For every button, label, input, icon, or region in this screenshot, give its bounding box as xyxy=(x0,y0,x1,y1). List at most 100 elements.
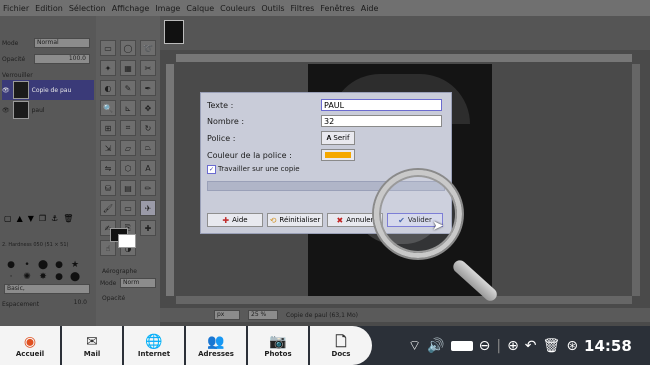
move-tool-icon[interactable]: ✥ xyxy=(140,100,156,116)
dock-photos[interactable]: 📷 Photos xyxy=(248,326,310,365)
volume-icon[interactable]: 🔊 xyxy=(427,338,444,354)
cage-tool-icon[interactable]: ⬡ xyxy=(120,160,136,176)
color-select-tool-icon[interactable]: ▦ xyxy=(120,60,136,76)
scissors-tool-icon[interactable]: ✂ xyxy=(140,60,156,76)
eraser-tool-icon[interactable]: ▭ xyxy=(120,200,136,216)
text-tool-icon[interactable]: A xyxy=(140,160,156,176)
dock-adresses[interactable]: 👥 Adresses xyxy=(186,326,248,365)
brush-item[interactable]: ● xyxy=(52,272,66,282)
undo-icon[interactable]: ↶ xyxy=(525,338,537,354)
help-button[interactable]: ✚ Aide xyxy=(207,213,263,227)
menu-aide[interactable]: Aide xyxy=(358,4,382,13)
ellipse-select-tool-icon[interactable]: ◯ xyxy=(120,40,136,56)
raise-layer-icon[interactable]: ▲ xyxy=(17,214,23,223)
anchor-icon[interactable]: ⚓ xyxy=(51,214,58,223)
zoom-out-icon[interactable]: ⊖ xyxy=(479,338,491,354)
reset-button-label: Réinitialiser xyxy=(279,216,321,224)
perspective-tool-icon[interactable]: ⏢ xyxy=(140,140,156,156)
brush-item[interactable]: ⬤ xyxy=(36,260,50,270)
layer-row-copy[interactable]: 👁 Copie de pau xyxy=(2,80,94,100)
menu-filtres[interactable]: Filtres xyxy=(288,4,318,13)
fuzzy-select-tool-icon[interactable]: ✦ xyxy=(100,60,116,76)
menu-affichage[interactable]: Affichage xyxy=(109,4,153,13)
menu-image[interactable]: Image xyxy=(152,4,183,13)
menu-calque[interactable]: Calque xyxy=(183,4,217,13)
align-tool-icon[interactable]: ⊞ xyxy=(100,120,116,136)
brush-item[interactable]: ✸ xyxy=(36,272,50,282)
tool-mode-select[interactable]: Norm xyxy=(120,278,156,288)
tool-options-title: Aérographe xyxy=(102,268,137,275)
brush-grid: ● • ⬤ ● ★ · ✺ ✸ ● ⬤ xyxy=(4,260,82,282)
rect-select-tool-icon[interactable]: ▭ xyxy=(100,40,116,56)
font-button[interactable]: 𝐀 Serif xyxy=(321,131,355,145)
horizontal-scrollbar[interactable] xyxy=(176,296,632,304)
menu-couleurs[interactable]: Couleurs xyxy=(217,4,258,13)
mouse-cursor-icon: ➤ xyxy=(432,218,444,234)
brush-item[interactable]: ● xyxy=(52,260,66,270)
shear-tool-icon[interactable]: ▱ xyxy=(120,140,136,156)
toolbox: ▭ ◯ ➰ ✦ ▦ ✂ ◐ ✎ ✒ 🔍 ⊾ ✥ ⊞ ⌗ ↻ ⇲ ▱ ⏢ ⇋ ⬡ … xyxy=(96,16,160,326)
zoom-tool-icon[interactable]: 🔍 xyxy=(100,100,116,116)
dock-accueil[interactable]: ◉ Accueil xyxy=(0,326,62,365)
trash-icon[interactable]: 🗑 xyxy=(63,214,73,223)
unit-select[interactable]: px xyxy=(214,310,240,320)
brush-item[interactable]: ● xyxy=(4,260,18,270)
color-picker-tool-icon[interactable]: ✒ xyxy=(140,80,156,96)
layer-row-paul[interactable]: 👁 paul xyxy=(2,100,94,120)
lower-layer-icon[interactable]: ▼ xyxy=(28,214,34,223)
battery-icon[interactable] xyxy=(450,341,473,351)
eye-icon[interactable]: 👁 xyxy=(2,107,10,114)
layer-actions: ▢ ▲ ▼ ❐ ⚓ 🗑 xyxy=(4,214,73,223)
spacing-field[interactable]: 10.0 xyxy=(4,299,90,309)
menu-edition[interactable]: Edition xyxy=(32,4,66,13)
brush-item[interactable]: • xyxy=(20,260,34,270)
zoom-in-icon[interactable]: ⊕ xyxy=(507,338,519,354)
opacity-field[interactable]: 100.0 xyxy=(34,54,90,64)
brush-item[interactable]: ✺ xyxy=(20,272,34,282)
new-layer-icon[interactable]: ▢ xyxy=(4,214,12,223)
foreground-select-tool-icon[interactable]: ◐ xyxy=(100,80,116,96)
font-color-button[interactable] xyxy=(321,149,355,161)
layer-mode-select[interactable]: Normal xyxy=(34,38,90,48)
flip-tool-icon[interactable]: ⇋ xyxy=(100,160,116,176)
lasso-tool-icon[interactable]: ➰ xyxy=(140,40,156,56)
heal-tool-icon[interactable]: ✚ xyxy=(140,220,156,236)
system-tray: ⌔ 🔊 ⊖ | ⊕ ↶ 🗑 ⊛ 14:58 xyxy=(408,332,632,360)
pencil-tool-icon[interactable]: ✏ xyxy=(140,180,156,196)
menu-fichier[interactable]: Fichier xyxy=(0,4,32,13)
eye-icon[interactable]: 👁 xyxy=(2,87,10,94)
wifi-icon[interactable]: ⌔ xyxy=(408,337,421,355)
airbrush-tool-icon[interactable]: ✈ xyxy=(140,200,156,216)
copy-checkbox[interactable]: ✓ xyxy=(207,165,216,174)
duplicate-layer-icon[interactable]: ❐ xyxy=(39,214,46,223)
measure-tool-icon[interactable]: ⊾ xyxy=(120,100,136,116)
menu-outils[interactable]: Outils xyxy=(258,4,287,13)
image-tab-thumbnail[interactable] xyxy=(164,20,184,44)
dock-mail[interactable]: ✉ Mail xyxy=(62,326,124,365)
text-input[interactable]: PAUL xyxy=(321,99,442,111)
menu-selection[interactable]: Sélection xyxy=(66,4,109,13)
brush-item[interactable]: · xyxy=(4,272,18,282)
trash-tray-icon[interactable]: 🗑 xyxy=(543,338,561,354)
vertical-scrollbar[interactable] xyxy=(632,64,640,296)
layers-panel: Mode Normal Opacité 100.0 Verrouiller 👁 … xyxy=(0,16,96,326)
rotate-tool-icon[interactable]: ↻ xyxy=(140,120,156,136)
crop-tool-icon[interactable]: ⌗ xyxy=(120,120,136,136)
background-color-swatch[interactable] xyxy=(118,234,136,248)
zoom-select[interactable]: 25 % xyxy=(248,310,278,320)
dock-internet[interactable]: 🌐 Internet xyxy=(124,326,186,365)
dock-docs[interactable]: 🗋 Docs xyxy=(310,326,372,365)
menu-fenetres[interactable]: Fenêtres xyxy=(317,4,357,13)
smudge-tool-icon[interactable]: ☝ xyxy=(100,240,116,256)
scale-tool-icon[interactable]: ⇲ xyxy=(100,140,116,156)
brush-item[interactable]: ★ xyxy=(68,260,82,270)
brush-item[interactable]: ⬤ xyxy=(68,272,82,282)
help-lifebuoy-icon[interactable]: ⊛ xyxy=(566,338,578,354)
number-input[interactable]: 32 xyxy=(321,115,442,127)
blend-tool-icon[interactable]: ▤ xyxy=(120,180,136,196)
paths-tool-icon[interactable]: ✎ xyxy=(120,80,136,96)
reset-button[interactable]: ⟲ Réinitialiser xyxy=(267,213,323,227)
bucket-fill-tool-icon[interactable]: ⛁ xyxy=(100,180,116,196)
paintbrush-tool-icon[interactable]: 🖌 xyxy=(100,200,116,216)
brush-set-select[interactable]: Basic, xyxy=(4,284,90,294)
